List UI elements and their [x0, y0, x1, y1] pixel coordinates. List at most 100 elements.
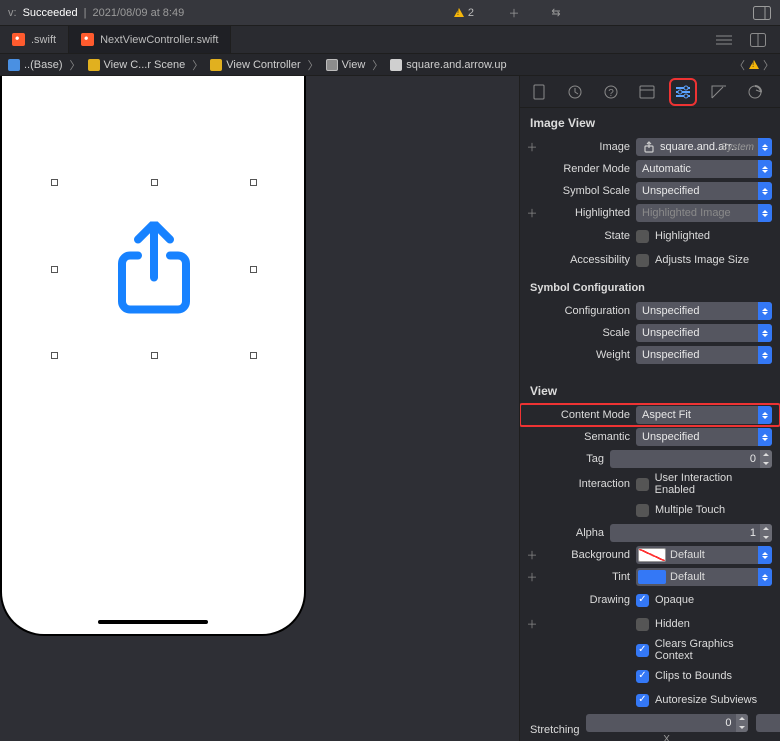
- add-property-icon[interactable]: ＋: [524, 547, 540, 563]
- size-inspector-tab[interactable]: [708, 81, 730, 103]
- scale-popup[interactable]: Unspecified: [636, 324, 772, 342]
- stepper[interactable]: [736, 714, 748, 732]
- image-system-label: System: [721, 142, 754, 153]
- resize-handle[interactable]: [151, 179, 158, 186]
- alpha-field[interactable]: [610, 524, 772, 542]
- image-popup[interactable]: square.and.arr... System: [636, 138, 772, 156]
- interface-builder-canvas[interactable]: [0, 76, 520, 741]
- add-property-icon[interactable]: ＋: [524, 139, 540, 155]
- popup-arrows-icon: [758, 204, 772, 222]
- autoresize-label: Autoresize Subviews: [655, 694, 757, 706]
- add-property-icon[interactable]: ＋: [524, 569, 540, 585]
- bc-scene[interactable]: View C...r Scene: [86, 59, 188, 71]
- render-mode-popup[interactable]: Automatic: [636, 160, 772, 178]
- bc-vc[interactable]: View Controller: [208, 59, 302, 71]
- chevron-right-icon[interactable]: 〉: [763, 57, 774, 73]
- resize-handle[interactable]: [250, 266, 257, 273]
- state-check-label: Highlighted: [655, 230, 710, 242]
- panel-toggle-icon[interactable]: [752, 3, 772, 23]
- stretch-x-input[interactable]: [586, 717, 736, 729]
- row-content-mode: Content Mode Aspect Fit: [520, 404, 780, 426]
- tab-left-label: .swift: [31, 34, 56, 46]
- symbol-scale-popup[interactable]: Unspecified: [636, 182, 772, 200]
- background-color-popup[interactable]: Default: [636, 546, 772, 564]
- popup-arrows-icon: [758, 324, 772, 342]
- tab-active[interactable]: NextViewController.swift: [69, 26, 231, 53]
- weight-popup[interactable]: Unspecified: [636, 346, 772, 364]
- highlighted-image-popup[interactable]: Highlighted Image: [636, 204, 772, 222]
- tab-left[interactable]: .swift: [0, 26, 69, 53]
- tab-active-label: NextViewController.swift: [100, 34, 218, 46]
- clears-graphics-checkbox[interactable]: [636, 644, 649, 657]
- inspector-tab-bar: ?: [520, 76, 780, 108]
- label-symbol-scale: Symbol Scale: [546, 185, 630, 197]
- user-interaction-checkbox[interactable]: [636, 478, 649, 491]
- help-inspector-tab[interactable]: ?: [600, 81, 622, 103]
- build-status: Succeeded: [23, 7, 78, 19]
- autoresize-checkbox[interactable]: [636, 694, 649, 707]
- resize-handle[interactable]: [151, 352, 158, 359]
- row-drawing: Drawing Opaque: [520, 588, 780, 612]
- multiple-touch-checkbox[interactable]: [636, 504, 649, 517]
- tag-field[interactable]: [610, 450, 772, 468]
- resize-handle[interactable]: [250, 352, 257, 359]
- alpha-input[interactable]: [610, 527, 760, 539]
- warning-icon[interactable]: [749, 60, 759, 69]
- warning-badge[interactable]: 2: [454, 7, 474, 19]
- section-view: View: [520, 376, 780, 404]
- square-and-arrow-up-icon: [118, 222, 190, 317]
- clips-to-bounds-label: Clips to Bounds: [655, 670, 732, 682]
- warning-icon: [454, 8, 464, 17]
- top-status-bar: v: Succeeded | 2021/08/09 at 8:49 2 ＋ ⇆: [0, 0, 780, 26]
- add-editor-icon[interactable]: [748, 30, 768, 50]
- row-configuration: Configuration Unspecified: [520, 300, 780, 322]
- clips-to-bounds-checkbox[interactable]: [636, 670, 649, 683]
- stretch-x-field[interactable]: [586, 714, 748, 732]
- hidden-label: Hidden: [655, 618, 690, 630]
- hidden-checkbox[interactable]: [636, 618, 649, 631]
- tint-color-popup[interactable]: Default: [636, 568, 772, 586]
- adjusts-image-size-checkbox[interactable]: [636, 254, 649, 267]
- stepper[interactable]: [760, 524, 772, 542]
- popup-arrows-icon: [758, 138, 772, 156]
- bc-base[interactable]: ..(Base): [6, 59, 65, 71]
- chevron-right-icon: 〉: [67, 57, 84, 73]
- swift-file-icon: [81, 33, 94, 46]
- resize-handle[interactable]: [51, 266, 58, 273]
- resize-handle[interactable]: [51, 179, 58, 186]
- code-review-icon[interactable]: ⇆: [546, 3, 566, 23]
- label-scale: Scale: [546, 327, 630, 339]
- identity-inspector-tab[interactable]: [636, 81, 658, 103]
- plus-icon[interactable]: ＋: [504, 3, 524, 23]
- configuration-value: Unspecified: [642, 305, 699, 317]
- bc-symbol[interactable]: square.and.arrow.up: [388, 59, 508, 71]
- tag-input[interactable]: [610, 453, 760, 465]
- bc-vc-label: View Controller: [226, 59, 300, 71]
- content-mode-popup[interactable]: Aspect Fit: [636, 406, 772, 424]
- highlighted-placeholder: Highlighted Image: [642, 207, 731, 219]
- resize-handle[interactable]: [51, 352, 58, 359]
- stretch-y-field[interactable]: [756, 714, 780, 732]
- add-property-icon[interactable]: ＋: [524, 205, 540, 221]
- adjust-editor-icon[interactable]: [714, 30, 734, 50]
- stepper[interactable]: [760, 450, 772, 468]
- semantic-popup[interactable]: Unspecified: [636, 428, 772, 446]
- resize-handle[interactable]: [250, 179, 257, 186]
- configuration-popup[interactable]: Unspecified: [636, 302, 772, 320]
- opaque-checkbox[interactable]: [636, 594, 649, 607]
- selected-imageview[interactable]: [54, 182, 254, 356]
- popup-arrows-icon: [758, 160, 772, 178]
- stretch-y-input[interactable]: [756, 717, 780, 729]
- add-property-icon[interactable]: ＋: [524, 616, 540, 632]
- bc-view[interactable]: View: [324, 59, 368, 71]
- file-inspector-tab[interactable]: [528, 81, 550, 103]
- connections-inspector-tab[interactable]: [744, 81, 766, 103]
- row-weight: Weight Unspecified: [520, 344, 780, 366]
- popup-arrows-icon: [758, 568, 772, 586]
- chevron-right-icon: 〉: [369, 57, 386, 73]
- chevron-left-icon[interactable]: 〈: [734, 57, 745, 73]
- history-inspector-tab[interactable]: [564, 81, 586, 103]
- highlighted-checkbox[interactable]: [636, 230, 649, 243]
- row-tag: Tag: [520, 448, 780, 470]
- attributes-inspector-tab[interactable]: [672, 81, 694, 103]
